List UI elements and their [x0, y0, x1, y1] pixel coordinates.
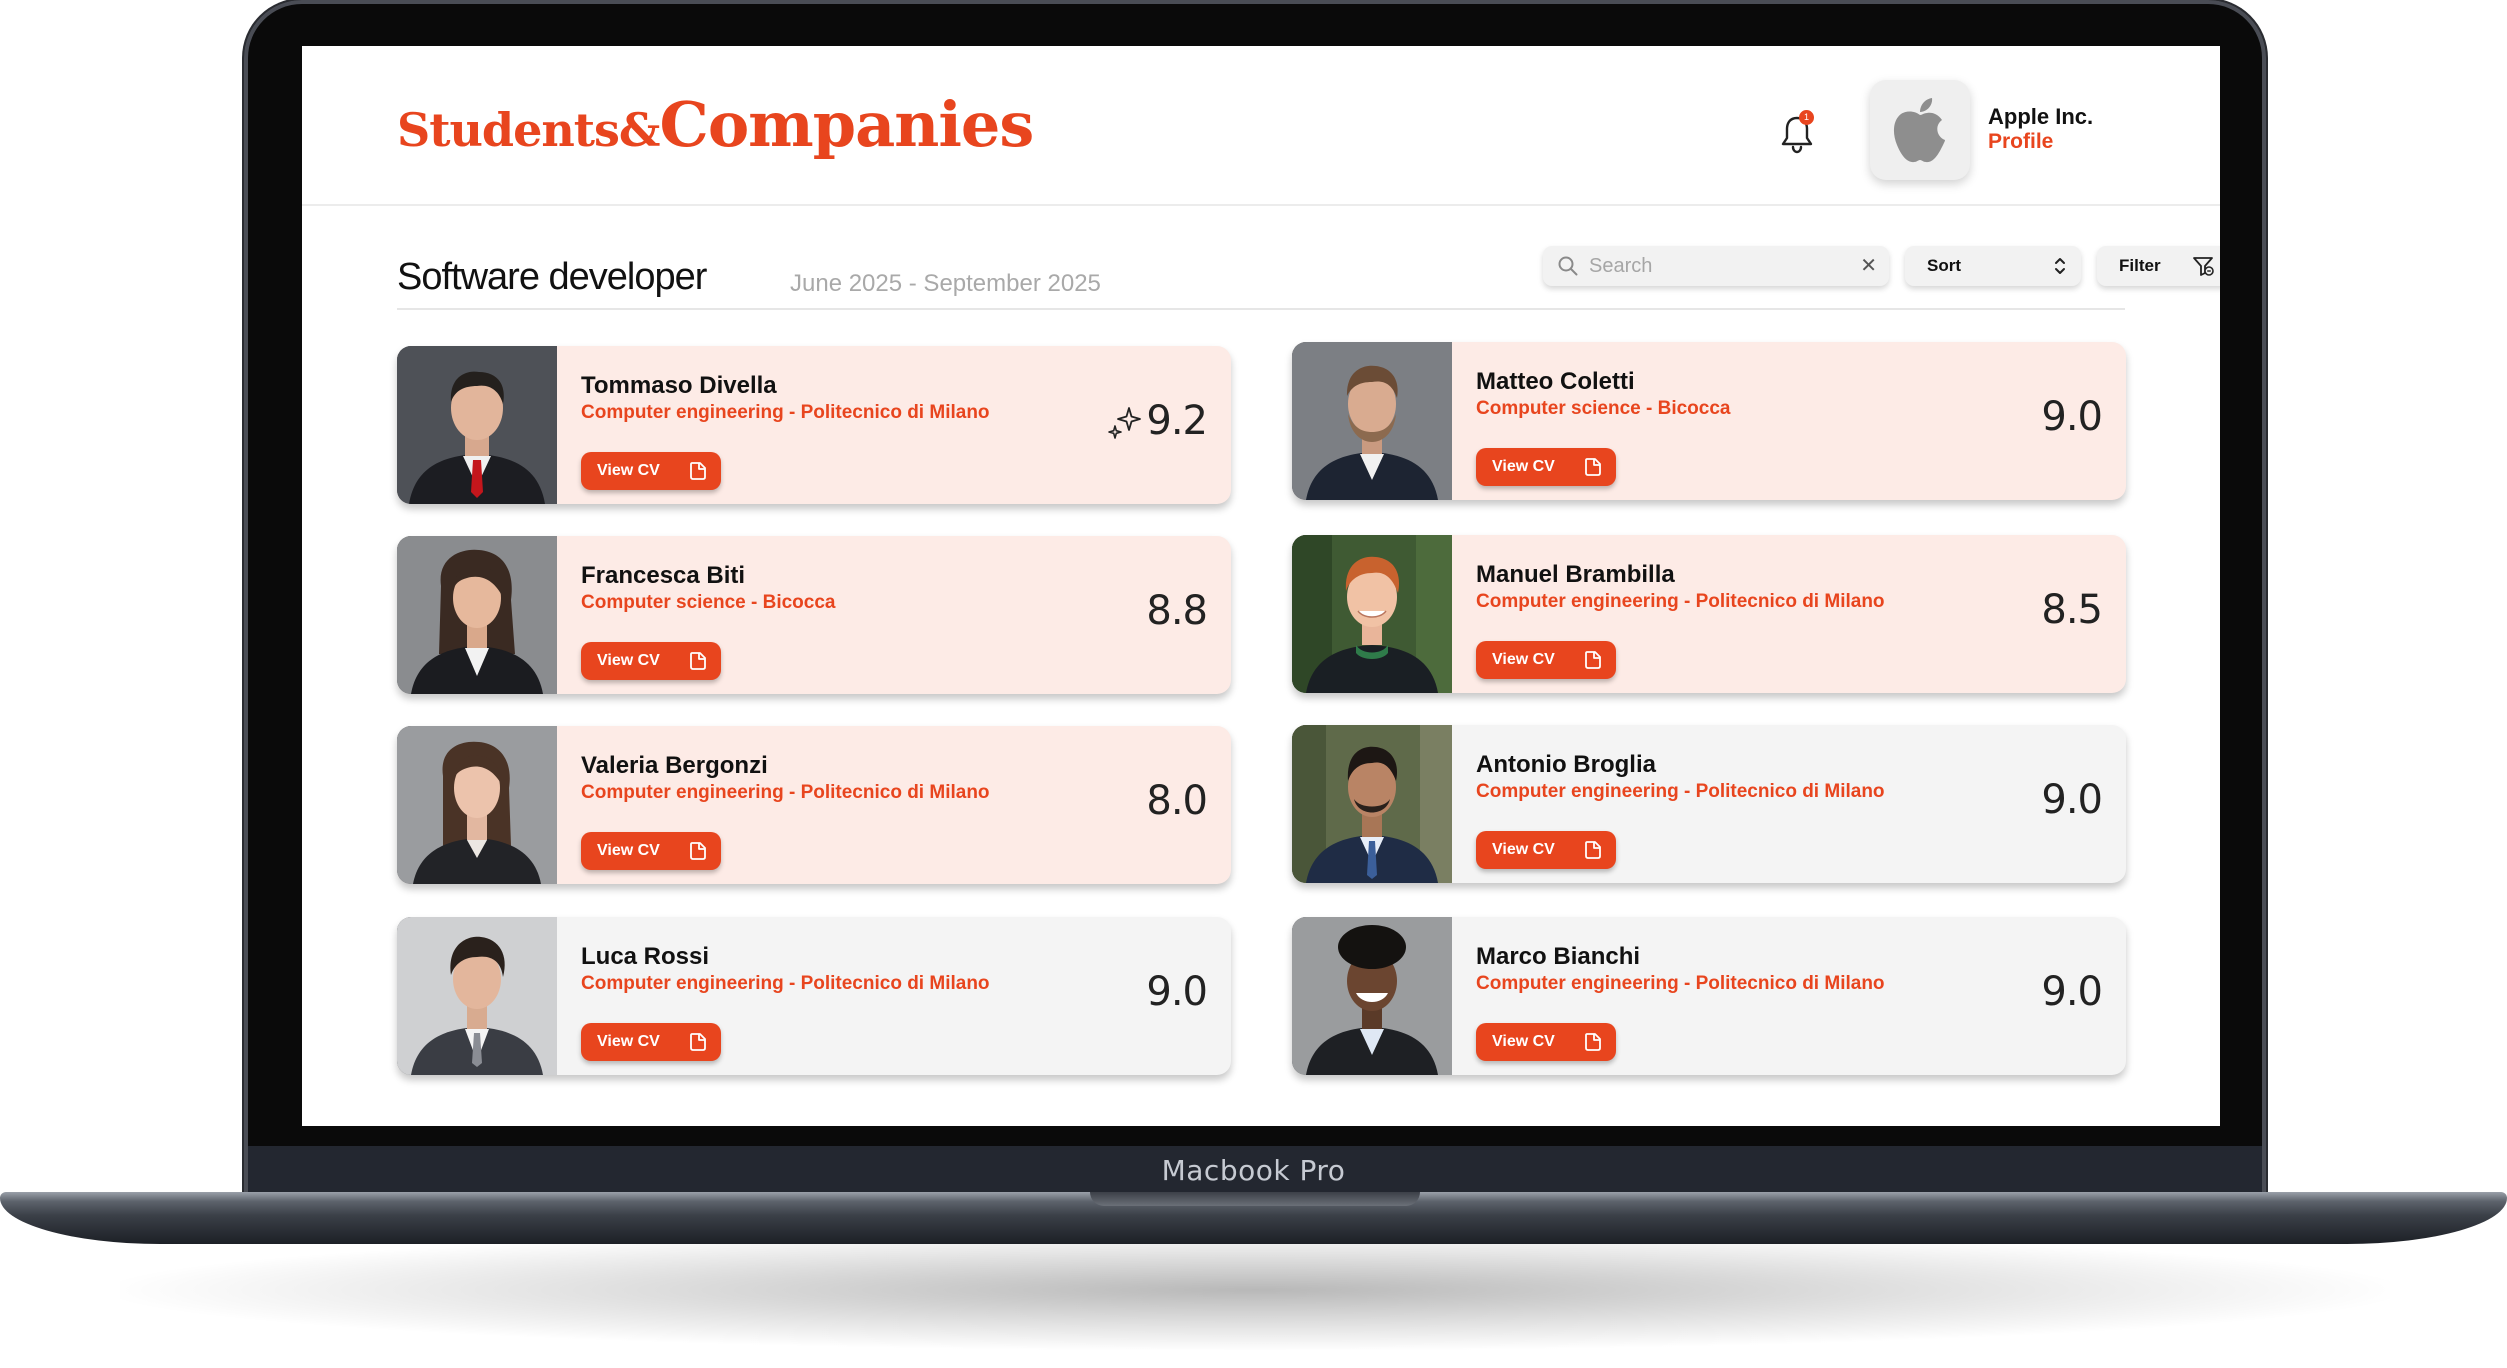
candidate-score: 9.0 [2041, 969, 2103, 1015]
candidate-score: 9.0 [1146, 969, 1208, 1015]
candidate-photo [1292, 535, 1452, 693]
candidate-card[interactable]: Luca Rossi Computer engineering - Polite… [397, 917, 1231, 1075]
app-screen: Students&Companies 1 Apple Inc. Profile … [302, 46, 2220, 1126]
candidate-photo [397, 726, 557, 884]
view-cv-button[interactable]: View CV [1476, 448, 1616, 486]
view-cv-button[interactable]: View CV [581, 832, 721, 870]
sparkle-icon [1108, 407, 1141, 439]
view-cv-label: View CV [597, 1033, 660, 1050]
notification-badge: 1 [1799, 110, 1814, 125]
view-cv-button[interactable]: View CV [581, 452, 721, 490]
document-icon [690, 842, 706, 860]
document-icon [1585, 1033, 1601, 1051]
filter-icon [2193, 257, 2214, 276]
view-cv-label: View CV [1492, 1033, 1555, 1050]
candidate-study: Computer engineering - Politecnico di Mi… [581, 402, 990, 423]
document-icon [1585, 651, 1601, 669]
sort-dropdown[interactable]: Sort [1905, 246, 2081, 286]
candidate-name: Francesca Biti [581, 562, 746, 589]
candidate-score: 8.0 [1146, 778, 1208, 824]
candidate-study: Computer science - Bicocca [1476, 398, 1731, 419]
candidate-study: Computer engineering - Politecnico di Mi… [1476, 591, 1885, 612]
candidate-study: Computer engineering - Politecnico di Mi… [1476, 973, 1885, 994]
candidate-score: 8.8 [1146, 588, 1208, 634]
app-header: Students&Companies 1 Apple Inc. Profile [302, 46, 2220, 206]
profile-link[interactable]: Profile [1988, 130, 2053, 154]
candidate-name: Manuel Brambilla [1476, 561, 1675, 588]
candidate-card[interactable]: Tommaso Divella Computer engineering - P… [397, 346, 1231, 504]
brand-logo-part1: Students& [397, 103, 660, 157]
candidate-photo [397, 917, 557, 1075]
view-cv-button[interactable]: View CV [581, 1023, 721, 1061]
candidate-photo [1292, 342, 1452, 500]
search-input[interactable] [1589, 252, 1839, 280]
document-icon [690, 462, 706, 480]
laptop-shadow [120, 1230, 2390, 1350]
listing-toolbar: Software developer June 2025 - September… [397, 246, 2220, 310]
candidate-photo [1292, 917, 1452, 1075]
candidate-name: Valeria Bergonzi [581, 752, 768, 779]
candidate-score: 8.5 [2041, 587, 2103, 633]
brand-logo-part2: Companies [659, 88, 1034, 161]
view-cv-button[interactable]: View CV [1476, 1023, 1616, 1061]
brand-logo[interactable]: Students&Companies [397, 88, 1034, 161]
candidate-card[interactable]: Francesca Biti Computer science - Bicocc… [397, 536, 1231, 694]
candidate-score: 9.0 [2041, 777, 2103, 823]
device-label: Macbook Pro [1161, 1154, 1346, 1187]
candidate-name: Matteo Coletti [1476, 368, 1635, 395]
candidate-card[interactable]: Manuel Brambilla Computer engineering - … [1292, 535, 2126, 693]
candidate-study: Computer science - Bicocca [581, 592, 836, 613]
candidate-photo [397, 536, 557, 694]
candidate-card[interactable]: Valeria Bergonzi Computer engineering - … [397, 726, 1231, 884]
candidate-photo [397, 346, 557, 504]
candidate-study: Computer engineering - Politecnico di Mi… [1476, 781, 1885, 802]
candidate-name: Luca Rossi [581, 943, 710, 970]
chevron-updown-icon [2055, 258, 2065, 274]
document-icon [1585, 841, 1601, 859]
laptop-base-notch [1090, 1192, 1420, 1206]
view-cv-button[interactable]: View CV [1476, 641, 1616, 679]
clear-search-icon[interactable]: ✕ [1860, 254, 1877, 278]
candidate-card[interactable]: Antonio Broglia Computer engineering - P… [1292, 725, 2126, 883]
view-cv-label: View CV [1492, 458, 1555, 475]
candidate-photo [1292, 725, 1452, 883]
candidate-name: Marco Bianchi [1476, 943, 1641, 970]
candidate-name: Antonio Broglia [1476, 751, 1656, 778]
filter-button[interactable]: Filter [2097, 246, 2220, 286]
candidate-score: 9.0 [2041, 394, 2103, 440]
search-box[interactable]: ✕ [1543, 246, 1889, 286]
date-range: June 2025 - September 2025 [790, 270, 1101, 297]
candidate-name: Tommaso Divella [581, 372, 777, 399]
apple-logo-icon [1893, 98, 1945, 163]
candidate-study: Computer engineering - Politecnico di Mi… [581, 782, 990, 803]
view-cv-button[interactable]: View CV [1476, 831, 1616, 869]
view-cv-label: View CV [1492, 841, 1555, 858]
view-cv-label: View CV [1492, 651, 1555, 668]
document-icon [690, 1033, 706, 1051]
search-icon [1558, 256, 1578, 276]
sort-label: Sort [1927, 256, 1961, 275]
document-icon [1585, 458, 1601, 476]
candidate-study: Computer engineering - Politecnico di Mi… [581, 973, 990, 994]
company-name: Apple Inc. [1988, 104, 2094, 129]
view-cv-label: View CV [597, 652, 660, 669]
filter-label: Filter [2119, 256, 2161, 275]
candidate-card[interactable]: Matteo Coletti Computer science - Bicocc… [1292, 342, 2126, 500]
company-logo[interactable] [1870, 80, 1970, 180]
view-cv-label: View CV [597, 462, 660, 479]
document-icon [690, 652, 706, 670]
view-cv-label: View CV [597, 842, 660, 859]
candidate-score: 9.2 [1146, 398, 1208, 444]
candidate-card[interactable]: Marco Bianchi Computer engineering - Pol… [1292, 917, 2126, 1075]
page-title: Software developer [397, 256, 707, 298]
view-cv-button[interactable]: View CV [581, 642, 721, 680]
